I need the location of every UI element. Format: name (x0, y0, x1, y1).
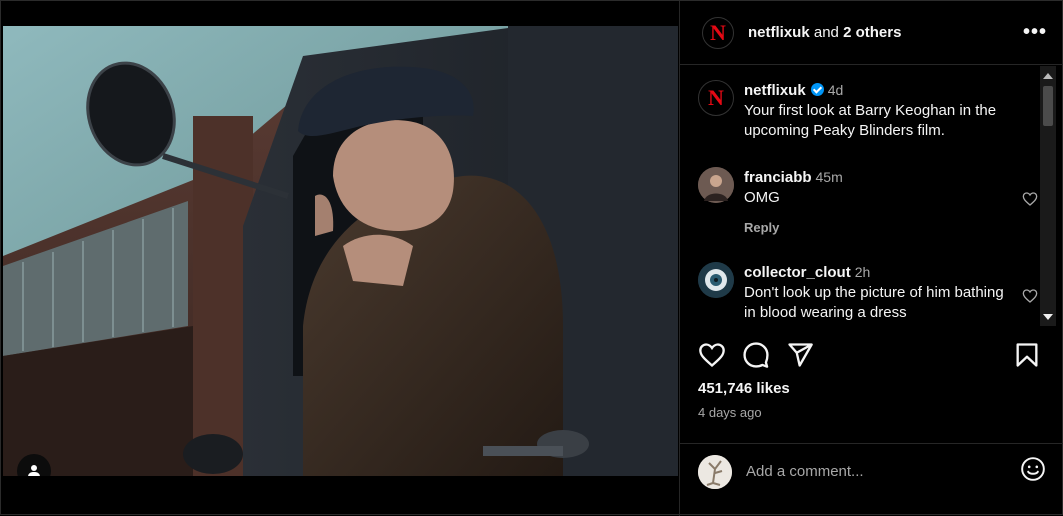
comment-bubble-icon (743, 342, 769, 368)
current-user-avatar (698, 454, 732, 489)
comment-username[interactable]: collector_clout (744, 264, 851, 281)
post-image (3, 26, 678, 476)
save-button[interactable] (1013, 341, 1041, 374)
comment-body: franciabb 45m OMG Reply (744, 167, 1004, 238)
comment-input[interactable]: Add a comment... (746, 463, 1020, 480)
comment-avatar[interactable] (698, 262, 734, 298)
reply-button[interactable]: Reply (744, 218, 1004, 238)
like-button[interactable] (698, 341, 726, 374)
comment-time: 2h (854, 264, 871, 280)
comment-item: collector_clout 2h Don't look up the pict… (698, 262, 1038, 323)
post-header: N netflixuk and 2 others ••• (680, 1, 1063, 65)
avatar-photo-icon (698, 262, 734, 298)
heart-icon (699, 343, 725, 368)
header-connector: and (809, 24, 844, 41)
scrollbar-thumb[interactable] (1043, 86, 1053, 126)
post-timestamp: 4 days ago (698, 405, 762, 420)
like-comment-button[interactable] (1022, 288, 1038, 309)
emoji-smiley-icon (1021, 457, 1045, 481)
bookmark-icon (1016, 343, 1038, 367)
header-username[interactable]: netflixuk (748, 24, 810, 41)
comment-button[interactable] (742, 341, 770, 374)
post-actions (698, 341, 1043, 371)
post-dialog: N netflixuk and 2 others ••• N netflixuk… (0, 0, 1063, 516)
post-side-panel: N netflixuk and 2 others ••• N netflixuk… (679, 1, 1063, 516)
emoji-button[interactable] (1020, 456, 1046, 487)
comment-text: OMG (744, 189, 780, 206)
comment-body: collector_clout 2h Don't look up the pict… (744, 262, 1004, 323)
caption-avatar[interactable]: N (698, 80, 734, 116)
heart-icon (1022, 289, 1038, 303)
avatar-photo-icon (698, 454, 732, 489)
netflix-avatar[interactable]: N (702, 16, 734, 49)
header-others[interactable]: 2 others (843, 24, 901, 41)
likes-count[interactable]: 451,746 likes (698, 380, 790, 397)
user-icon (28, 465, 40, 476)
comments-scrollbar[interactable] (1040, 66, 1056, 326)
caption-body: netflixuk 4d Your first look at Barry Keo… (744, 80, 1004, 141)
caption-username[interactable]: netflixuk (744, 82, 806, 99)
netflix-logo-icon: N (710, 19, 726, 45)
comment-composer: Add a comment... (680, 443, 1063, 499)
share-button[interactable] (786, 341, 814, 374)
caption-text: Your first look at Barry Keoghan in the … (744, 102, 997, 139)
comments-list[interactable]: N netflixuk 4d Your first look at Barry K… (680, 66, 1048, 326)
comment-avatar[interactable] (698, 167, 734, 203)
heart-icon (1022, 192, 1038, 206)
netflix-logo-icon: N (708, 85, 724, 110)
comment-item: franciabb 45m OMG Reply (698, 167, 1038, 238)
comment-time: 45m (815, 169, 843, 185)
comment-username[interactable]: franciabb (744, 169, 812, 186)
post-authors: netflixuk and 2 others (748, 24, 1023, 41)
like-comment-button[interactable] (1022, 191, 1038, 212)
post-photo[interactable] (3, 26, 678, 476)
comment-text: Don't look up the picture of him bathing… (744, 284, 1004, 321)
scroll-up-arrow-icon[interactable] (1043, 73, 1053, 79)
scroll-down-arrow-icon[interactable] (1043, 314, 1053, 320)
caption: N netflixuk 4d Your first look at Barry K… (698, 80, 1038, 141)
verified-badge-icon (810, 83, 824, 96)
more-options-button[interactable]: ••• (1023, 21, 1047, 44)
avatar-photo-icon (698, 167, 734, 203)
caption-time: 4d (827, 82, 844, 98)
send-paper-plane-icon (788, 343, 813, 367)
